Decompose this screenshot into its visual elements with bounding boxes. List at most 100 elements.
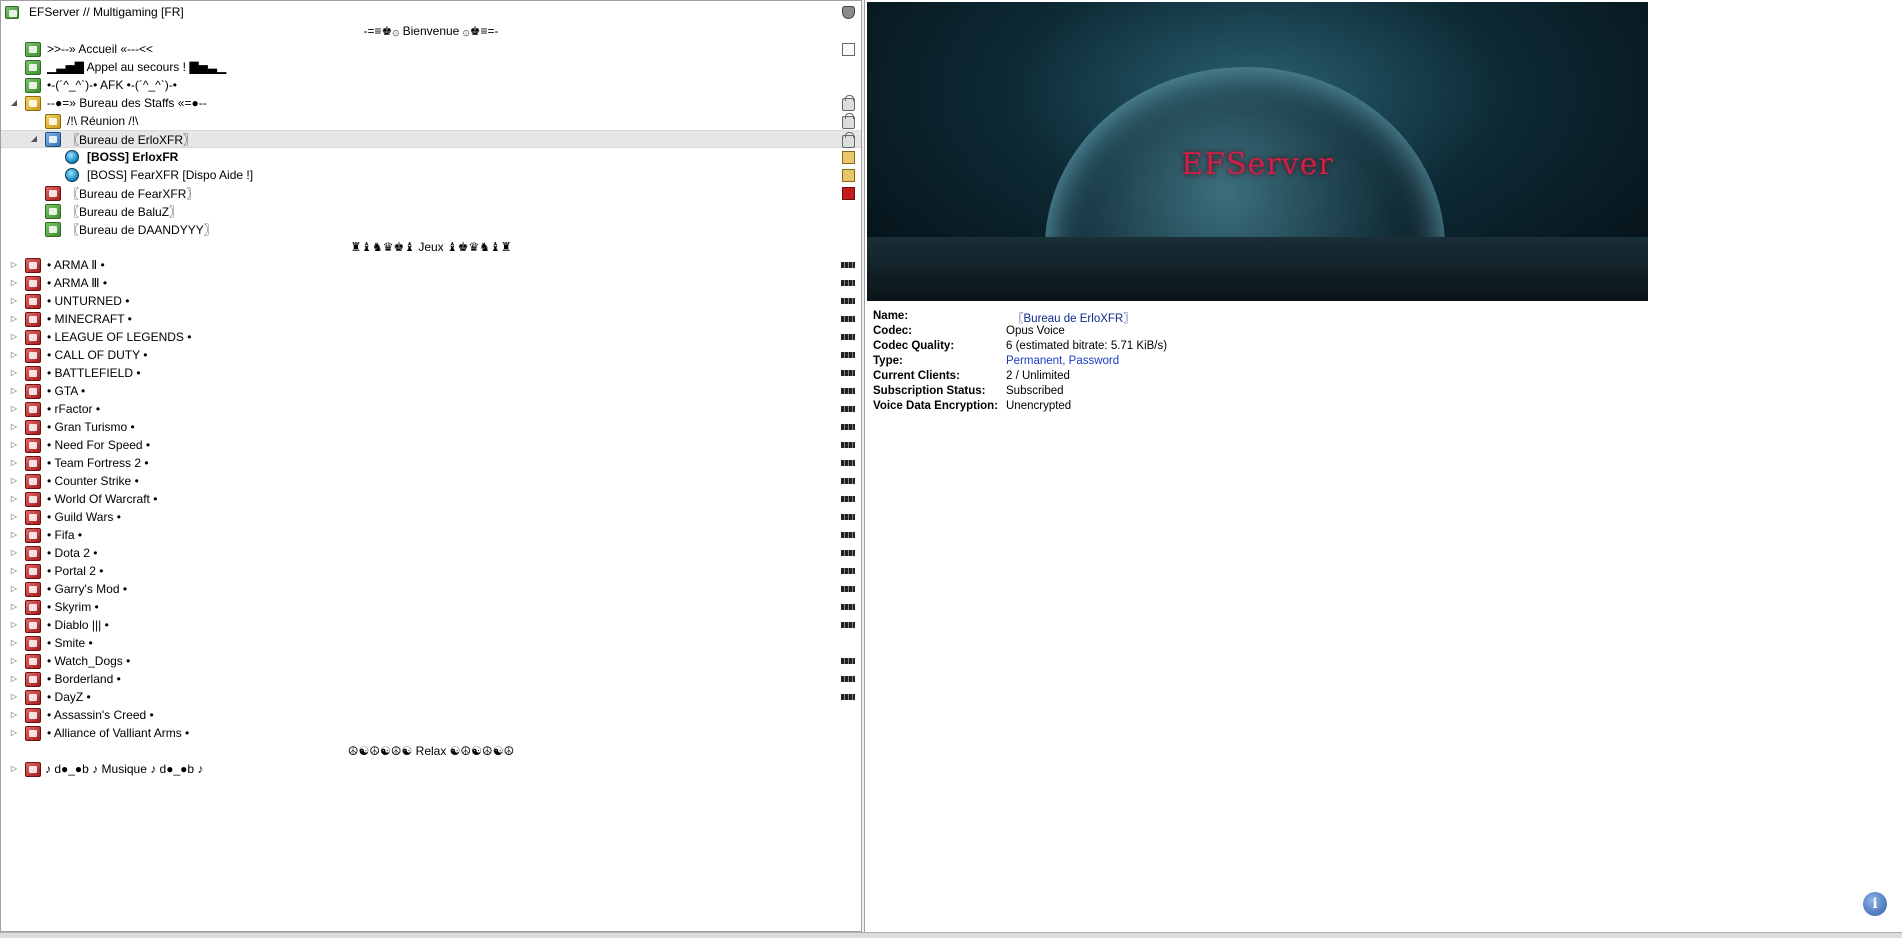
expand-arrow-icon[interactable]: ▷ — [9, 584, 19, 594]
expand-arrow-icon[interactable]: ▷ — [9, 674, 19, 684]
expand-arrow-icon[interactable]: ▷ — [9, 296, 19, 306]
channel-row-game[interactable]: ▷ • rFactor • — [1, 400, 861, 418]
expand-arrow-icon[interactable]: ▷ — [9, 692, 19, 702]
info-row-encryption: Voice Data Encryption: Unencrypted — [873, 400, 1167, 415]
channel-row-game[interactable]: ▷ • Watch_Dogs • — [1, 652, 861, 670]
channel-row-game[interactable]: ▷ • ARMA Ⅱ • — [1, 256, 861, 274]
channel-label-game: • Alliance of Valliant Arms • — [47, 726, 190, 740]
expand-arrow-icon[interactable]: ▷ — [9, 512, 19, 522]
channel-row-musique[interactable]: ▷ ♪ d●_●b ♪ Musique ♪ d●_●b ♪ — [1, 760, 861, 778]
channel-row-game[interactable]: ▷ • Need For Speed • — [1, 436, 861, 454]
info-key: Current Clients: — [873, 370, 960, 382]
channel-row-game[interactable]: ▷ • Team Fortress 2 • — [1, 454, 861, 472]
channel-row-reunion[interactable]: /!\ Réunion /!\ — [1, 112, 861, 130]
channel-row-bureau-erlox[interactable]: ◢ 〖Bureau de ErloXFR〗 — [1, 130, 861, 148]
channel-row-game[interactable]: ▷ • GTA • — [1, 382, 861, 400]
expand-arrow-icon[interactable]: ▷ — [9, 260, 19, 270]
channel-label-game: • CALL OF DUTY • — [47, 348, 148, 362]
channel-row-game[interactable]: ▷ • ARMA Ⅲ • — [1, 274, 861, 292]
channel-row-game[interactable]: ▷ • CALL OF DUTY • — [1, 346, 861, 364]
expand-arrow-icon[interactable]: ▷ — [9, 386, 19, 396]
expand-arrow-icon[interactable]: ▷ — [9, 710, 19, 720]
expand-arrow-icon[interactable]: ▷ — [9, 656, 19, 666]
channel-row-game[interactable]: ▷ • Dota 2 • — [1, 544, 861, 562]
info-value-link[interactable]: Permanent, Password — [1006, 355, 1119, 370]
channel-row-game[interactable]: ▷ • LEAGUE OF LEGENDS • — [1, 328, 861, 346]
expand-arrow-icon[interactable]: ▷ — [9, 620, 19, 630]
channel-row-relax[interactable]: ☮☯☮☯☮☯ Relax ☯☮☯☮☯☮ — [1, 742, 861, 760]
channel-label-game: • Garry's Mod • — [47, 582, 128, 596]
channel-label-jeux: ♜♝♞♛♚♝ Jeux ♝♚♛♞♝♜ — [350, 240, 512, 254]
collapse-arrow-icon[interactable]: ◢ — [9, 98, 19, 108]
channel-row-game[interactable]: ▷ • Counter Strike • — [1, 472, 861, 490]
channel-label-bienvenue: -=≡♚۞ Bienvenue ۞♚≡=- — [363, 24, 499, 38]
expand-arrow-icon[interactable]: ▷ — [9, 422, 19, 432]
channel-row-game[interactable]: ▷ • Garry's Mod • — [1, 580, 861, 598]
expand-arrow-icon[interactable]: ▷ — [9, 350, 19, 360]
channel-icon — [25, 437, 41, 453]
client-row[interactable]: [BOSS] ErloxFR — [1, 148, 861, 166]
channel-row-game[interactable]: ▷ • Assassin's Creed • — [1, 706, 861, 724]
channel-row-game[interactable]: ▷ • Portal 2 • — [1, 562, 861, 580]
channel-icon-flag — [841, 298, 855, 304]
expand-arrow-icon[interactable]: ▷ — [9, 314, 19, 324]
channel-row-game[interactable]: ▷ • Borderland • — [1, 670, 861, 688]
channel-row-bureau-daandyyy[interactable]: 〖Bureau de DAANDYYY〗 — [1, 220, 861, 238]
expand-arrow-icon[interactable]: ▷ — [9, 440, 19, 450]
expand-arrow-icon[interactable]: ▷ — [9, 458, 19, 468]
expand-arrow-icon[interactable]: ▷ — [9, 764, 19, 774]
channel-icon-flag — [841, 442, 855, 448]
channel-icon — [25, 383, 41, 399]
expand-arrow-icon[interactable]: ▷ — [9, 638, 19, 648]
channel-row-game[interactable]: ▷ • MINECRAFT • — [1, 310, 861, 328]
server-icon — [5, 5, 19, 19]
channel-row-bienvenue[interactable]: -=≡♚۞ Bienvenue ۞♚≡=- — [1, 22, 861, 40]
expand-arrow-icon[interactable]: ▷ — [9, 530, 19, 540]
banner-text: EFServer — [1181, 147, 1334, 182]
channel-row-game[interactable]: ▷ • Gran Turismo • — [1, 418, 861, 436]
expand-arrow-icon[interactable]: ▷ — [9, 548, 19, 558]
status-bar — [0, 932, 1902, 938]
channel-row-game[interactable]: ▷ • Fifa • — [1, 526, 861, 544]
client-row[interactable]: [BOSS] FearXFR [Dispo Aide !] — [1, 166, 861, 184]
channel-row-appel[interactable]: ▁▃▅▇ Appel au secours ! ▇▅▃▁ — [1, 58, 861, 76]
expand-arrow-icon[interactable]: ▷ — [9, 602, 19, 612]
channel-icon-flag — [841, 280, 855, 286]
expand-arrow-icon[interactable]: ▷ — [9, 494, 19, 504]
channel-row-bureau-baluz[interactable]: 〖Bureau de BaluZ〗 — [1, 202, 861, 220]
channel-row-afk[interactable]: •-(´^_^`)-• AFK •-(´^_^`)-• — [1, 76, 861, 94]
channel-row-game[interactable]: ▷ • Alliance of Valliant Arms • — [1, 724, 861, 742]
channel-label-musique: ♪ d●_●b ♪ Musique ♪ d●_●b ♪ — [45, 762, 204, 776]
expand-arrow-icon[interactable]: ▷ — [9, 368, 19, 378]
expand-arrow-icon[interactable]: ▷ — [9, 278, 19, 288]
channel-row-game[interactable]: ▷ • World Of Warcraft • — [1, 490, 861, 508]
channel-row-accueil[interactable]: >>--» Accueil «---<< — [1, 40, 861, 58]
channel-row-game[interactable]: ▷ • Skyrim • — [1, 598, 861, 616]
home-icon — [842, 43, 855, 56]
channel-row-game[interactable]: ▷ • Guild Wars • — [1, 508, 861, 526]
channel-row-game[interactable]: ▷ • Smite • — [1, 634, 861, 652]
expand-arrow-icon[interactable]: ▷ — [9, 332, 19, 342]
channel-row-game[interactable]: ▷ • BATTLEFIELD • — [1, 364, 861, 382]
collapse-arrow-icon[interactable]: ◢ — [29, 134, 39, 144]
channel-row-game[interactable]: ▷ • DayZ • — [1, 688, 861, 706]
expand-arrow-icon[interactable]: ▷ — [9, 404, 19, 414]
server-banner[interactable]: EFServer — [867, 2, 1648, 301]
server-row[interactable]: EFServer // Multigaming [FR] — [1, 3, 861, 21]
channel-label-game: • Need For Speed • — [47, 438, 151, 452]
channel-row-bureau-fear[interactable]: 〖Bureau de FearXFR〗 — [1, 184, 861, 202]
channel-tree[interactable]: EFServer // Multigaming [FR] -=≡♚۞ Bienv… — [0, 0, 862, 932]
expand-arrow-icon[interactable]: ▷ — [9, 476, 19, 486]
info-icon[interactable]: i — [1863, 892, 1887, 916]
channel-row-jeux[interactable]: ♜♝♞♛♚♝ Jeux ♝♚♛♞♝♜ — [1, 238, 861, 256]
channel-row-staffs[interactable]: ◢ --●=» Bureau des Staffs «=●-- — [1, 94, 861, 112]
expand-arrow-icon[interactable]: ▷ — [9, 566, 19, 576]
channel-label-reunion: /!\ Réunion /!\ — [67, 114, 139, 128]
expand-arrow-icon[interactable]: ▷ — [9, 728, 19, 738]
channel-icon-flag — [841, 460, 855, 466]
info-value: Subscribed — [1006, 385, 1064, 397]
channel-icon — [45, 221, 61, 237]
channel-row-game[interactable]: ▷ • Diablo ||| • — [1, 616, 861, 634]
channel-row-game[interactable]: ▷ • UNTURNED • — [1, 292, 861, 310]
info-row-quality: Codec Quality: 6 (estimated bitrate: 5.7… — [873, 340, 1167, 355]
